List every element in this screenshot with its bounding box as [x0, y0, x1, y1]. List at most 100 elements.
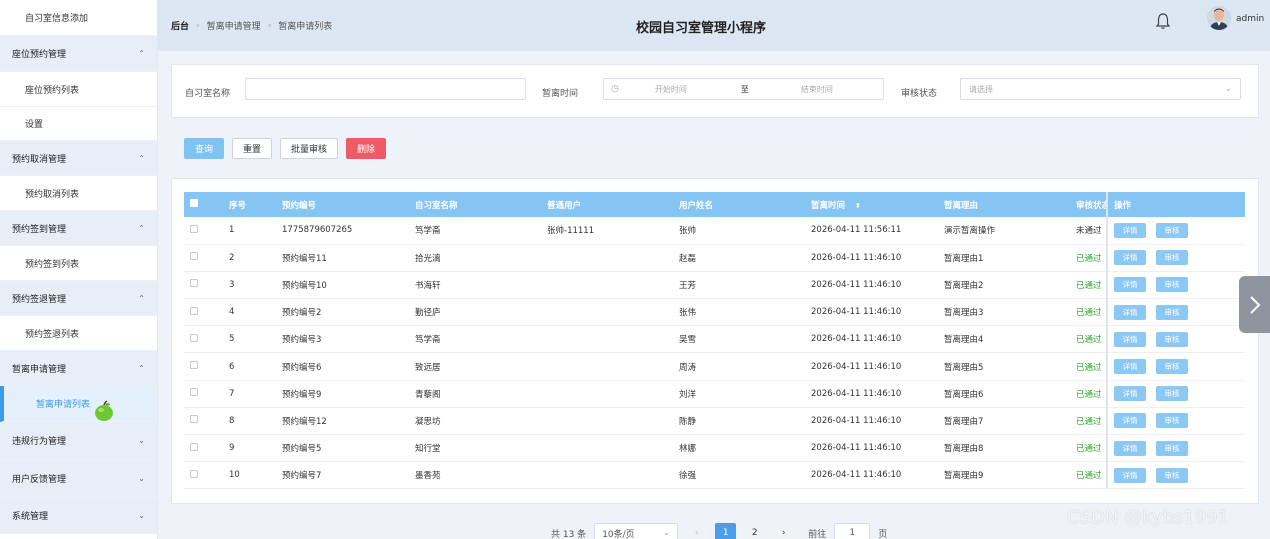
detail-button[interactable]: 详情	[1114, 277, 1146, 293]
sidebar-item-12[interactable]: 违规行为管理 ⌄	[0, 422, 157, 460]
sidebar-item-label: 预约签到管理	[12, 224, 67, 235]
detail-button[interactable]: 详情	[1114, 359, 1146, 375]
cell-no: 预约编号9	[276, 380, 409, 408]
table-row[interactable]: 5 预约编号3 笃学斋 吴雪 2026-04-11 11:46:10 暂离理由4 已通过 详情…	[184, 325, 1245, 354]
search-panel: 自习室名称 暂离时间 ◷ 开始时间 至 结束时间 审核状态 请选择 ⌄	[171, 64, 1259, 118]
detail-button[interactable]: 详情	[1114, 304, 1146, 320]
table-row[interactable]: 3 预约编号10 书海轩 王芳 2026-04-11 11:46:10 暂离理由2 已通过详…	[184, 271, 1245, 300]
table-row[interactable]: 8 预约编号12 凝思坊 陈静 2026-04-11 11:46:10 暂离理由7 已通过详…	[184, 407, 1245, 436]
avatar[interactable]	[1207, 6, 1231, 30]
sidebar-item-11[interactable]: 暂离申请列表	[0, 386, 157, 422]
table-row[interactable]: 2 预约编号11 拾光漓 赵磊 2026-04-11 11:46:10 暂离理由1 已通过详…	[184, 244, 1245, 272]
cell-actions: 详情 审核	[1106, 271, 1245, 300]
sidebar-item-9[interactable]: 预约签退列表	[0, 316, 157, 351]
select-all-checkbox[interactable]	[184, 192, 223, 217]
top-header: 后台 › 暂离申请管理 › 暂离申请列表 校园自习室管理小程序 admin	[158, 0, 1270, 51]
row-checkbox[interactable]	[184, 244, 223, 272]
start-time-input[interactable]: 开始时间	[655, 84, 735, 95]
query-button[interactable]: 查询	[184, 138, 224, 159]
sort-icon[interactable]: ⬍	[855, 202, 861, 210]
table-row[interactable]: 4 预约编号2 勤径庐 张伟 2026-04-11 11:46:10 暂离理由3 已通过 详情…	[184, 298, 1245, 327]
row-checkbox[interactable]	[184, 380, 223, 408]
prev-page-button[interactable]: ‹	[686, 523, 707, 539]
cell-reason: 暂离理由5	[938, 352, 1070, 381]
sidebar: 自习室信息添加 座位预约管理 ⌃ 座位预约列表 设置 预约取消管理 ⌃ 预约取消列表 预约签到管…	[0, 0, 158, 539]
sidebar-item-0[interactable]: 自习室信息添加	[0, 0, 157, 36]
table-row[interactable]: 10 预约编号7 墨香苑 徐强 2026-04-11 11:46:10 暂离理由9 已通过详…	[184, 461, 1245, 490]
review-button[interactable]: 审核	[1156, 277, 1188, 293]
breadcrumb-home[interactable]: 后台	[171, 19, 189, 32]
table-row[interactable]: 1 1775879607265 笃学斋 张帅-11111 张帅 2026-04-11 11…	[184, 217, 1245, 245]
breadcrumb-item[interactable]: 暂离申请管理	[207, 19, 261, 32]
username[interactable]: admin	[1236, 14, 1264, 24]
page-2-button[interactable]: 2	[744, 523, 766, 539]
cell-name: 刘洋	[673, 380, 805, 408]
next-page-button[interactable]: ›	[773, 523, 795, 539]
sidebar-item-label: 暂离申请列表	[36, 400, 91, 410]
sidebar-item-label: 座位预约列表	[25, 85, 80, 96]
row-checkbox[interactable]	[184, 352, 223, 381]
chevron-down-icon: ⌄	[138, 473, 145, 483]
review-button[interactable]: 审核	[1156, 386, 1188, 402]
table-row[interactable]: 7 预约编号9 青藜阁 刘洋 2026-04-11 11:46:10 暂离理由6 已通过 详情…	[184, 380, 1245, 408]
detail-button[interactable]: 详情	[1114, 222, 1146, 238]
review-button[interactable]: 审核	[1156, 359, 1188, 375]
end-time-input[interactable]: 结束时间	[801, 84, 833, 95]
sidebar-item-10[interactable]: 暂离申请管理 ⌃	[0, 351, 157, 386]
review-button[interactable]: 审核	[1156, 304, 1188, 320]
review-button[interactable]: 审核	[1156, 250, 1188, 266]
detail-button[interactable]: 详情	[1114, 467, 1146, 483]
sidebar-item-14[interactable]: 系统管理 ⌄	[0, 497, 157, 534]
row-checkbox[interactable]	[184, 271, 223, 300]
cell-idx: 9	[223, 434, 276, 463]
row-checkbox[interactable]	[184, 461, 223, 490]
reset-button[interactable]: 重置	[232, 138, 272, 159]
review-button[interactable]: 审核	[1156, 331, 1188, 347]
sidebar-item-2[interactable]: 座位预约列表	[0, 72, 157, 107]
row-checkbox[interactable]	[184, 407, 223, 436]
sidebar-item-6[interactable]: 预约签到管理 ⌃	[0, 211, 157, 246]
sidebar-item-13[interactable]: 用户反馈管理 ⌄	[0, 460, 157, 497]
batch-review-button[interactable]: 批量审核	[280, 138, 338, 159]
sidebar-item-8[interactable]: 预约签退管理 ⌃	[0, 281, 157, 316]
cell-reason: 暂离理由2	[938, 271, 1070, 300]
status-label: 审核状态	[901, 89, 938, 99]
review-button[interactable]: 审核	[1156, 222, 1188, 238]
detail-button[interactable]: 详情	[1114, 386, 1146, 402]
sidebar-item-3[interactable]: 设置	[0, 107, 157, 141]
detail-button[interactable]: 详情	[1114, 250, 1146, 266]
detail-button[interactable]: 详情	[1114, 331, 1146, 347]
cell-room: 书海轩	[409, 271, 541, 300]
row-checkbox[interactable]	[184, 325, 223, 354]
review-button[interactable]: 审核	[1156, 467, 1188, 483]
cell-no: 预约编号10	[276, 271, 409, 300]
page-1-button[interactable]: 1	[715, 523, 737, 539]
slide-next-button[interactable]	[1239, 276, 1270, 333]
status-select[interactable]: 请选择 ⌄	[960, 78, 1241, 100]
page-size-select[interactable]: 10条/页 ⌄	[594, 523, 679, 539]
time-range-picker[interactable]: ◷ 开始时间 至 结束时间	[603, 78, 884, 100]
cell-actions: 详情 审核	[1106, 244, 1245, 272]
row-checkbox[interactable]	[184, 434, 223, 463]
delete-button[interactable]: 删除	[346, 138, 386, 159]
row-checkbox[interactable]	[184, 217, 223, 245]
row-checkbox[interactable]	[184, 298, 223, 327]
review-button[interactable]: 审核	[1156, 413, 1188, 429]
goto-page-input[interactable]: 1	[834, 523, 871, 539]
chevron-up-icon: ⌃	[138, 153, 145, 163]
bell-icon[interactable]	[1155, 12, 1171, 30]
table-row[interactable]: 9 预约编号5 知行堂 林娜 2026-04-11 11:46:10 暂离理由8 已通过 详情…	[184, 434, 1245, 463]
detail-button[interactable]: 详情	[1114, 440, 1146, 456]
sidebar-item-5[interactable]: 预约取消列表	[0, 176, 157, 211]
sidebar-item-7[interactable]: 预约签到列表	[0, 246, 157, 281]
sidebar-item-label: 预约签退管理	[12, 294, 67, 305]
table-row[interactable]: 6 预约编号6 致远居 周涛 2026-04-11 11:46:10 暂离理由5 已通过 详情…	[184, 352, 1245, 381]
detail-button[interactable]: 详情	[1114, 413, 1146, 429]
review-button[interactable]: 审核	[1156, 440, 1188, 456]
cell-no: 预约编号3	[276, 325, 409, 354]
sidebar-item-1[interactable]: 座位预约管理 ⌃	[0, 36, 157, 72]
col-header-leave-time[interactable]: 暂离时间 ⬍	[805, 192, 938, 217]
sidebar-item-4[interactable]: 预约取消管理 ⌃	[0, 141, 157, 176]
cell-user	[541, 380, 673, 408]
room-name-input[interactable]	[245, 78, 526, 100]
